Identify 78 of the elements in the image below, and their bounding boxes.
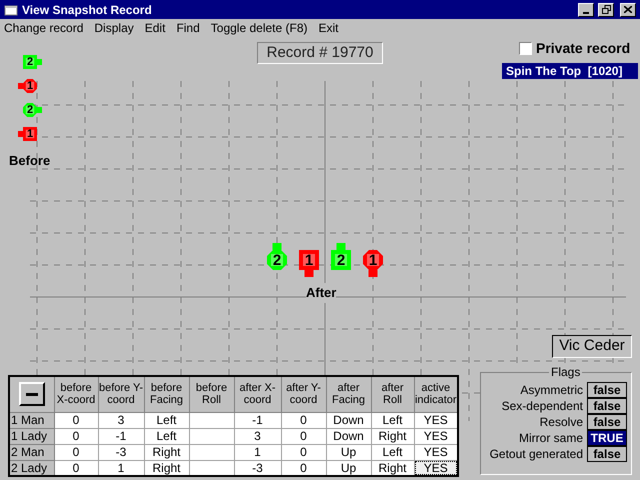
- menu-item[interactable]: Exit: [318, 19, 339, 37]
- table-cell: 0: [281, 428, 326, 444]
- window-title: View Snapshot Record: [22, 2, 152, 18]
- minimize-button[interactable]: [578, 2, 594, 16]
- before-label: Before: [9, 152, 50, 170]
- row-header: 1 Lady: [9, 428, 54, 444]
- column-header: after Roll: [371, 376, 414, 412]
- table-cell: 3: [98, 412, 144, 428]
- column-header: after X-coord: [234, 376, 281, 412]
- table-cell: Left: [371, 444, 414, 460]
- table-cell: -1: [98, 428, 144, 444]
- table-cell: Left: [144, 412, 189, 428]
- restore-icon: [602, 5, 610, 14]
- table-cell: Down: [326, 412, 371, 428]
- flag-label: Sex-dependent: [502, 399, 583, 413]
- flag-label: Resolve: [540, 415, 583, 429]
- row-header: 1 Man: [9, 412, 54, 428]
- row-header: 2 Man: [9, 444, 54, 460]
- flag-label: Mirror same: [518, 431, 583, 445]
- row-header: 2 Lady: [9, 460, 54, 476]
- table-cell: YES: [414, 428, 458, 444]
- after-label: After: [306, 283, 336, 302]
- column-header: after Y-coord: [281, 376, 326, 412]
- flag-value: TRUE: [587, 430, 627, 446]
- table-cell: [189, 412, 234, 428]
- table-cell: [189, 460, 234, 476]
- table-cell: 0: [281, 412, 326, 428]
- table-cell: -3: [234, 460, 281, 476]
- table-cell: [189, 428, 234, 444]
- author-label: Vic Ceder: [552, 335, 632, 358]
- table-cell: Up: [326, 460, 371, 476]
- table-cell: 0: [54, 412, 98, 428]
- table-cell: 0: [281, 444, 326, 460]
- flag-value: false: [587, 398, 627, 414]
- column-header: before Roll: [189, 376, 234, 412]
- window-icon: [4, 4, 18, 16]
- menu-item[interactable]: Change record: [4, 19, 84, 37]
- flag-label: Asymmetric: [520, 383, 583, 397]
- close-icon: [624, 6, 632, 13]
- table-cell: [189, 444, 234, 460]
- column-header: before X-coord: [54, 376, 98, 412]
- table-cell: 1: [98, 460, 144, 476]
- table-cell: 0: [281, 460, 326, 476]
- flags-title: Flags: [549, 365, 582, 379]
- close-button[interactable]: [620, 2, 636, 16]
- table-cell: 1: [234, 444, 281, 460]
- restore-button[interactable]: [598, 2, 614, 16]
- table-cell: 3: [234, 428, 281, 444]
- table-cell: YES: [414, 444, 458, 460]
- collapse-button[interactable]: [18, 382, 45, 406]
- column-header: before Facing: [144, 376, 189, 412]
- table-cell: YES: [414, 460, 458, 476]
- menu-item[interactable]: Display: [94, 19, 134, 37]
- flag-value: false: [587, 446, 627, 462]
- table-cell: YES: [414, 412, 458, 428]
- call-name: Spin The Top [1020]: [502, 63, 638, 79]
- table-cell: -3: [98, 444, 144, 460]
- table-cell: Left: [144, 428, 189, 444]
- table-cell: Left: [371, 412, 414, 428]
- menu-item[interactable]: Find: [176, 19, 200, 37]
- column-header: before Y-coord: [98, 376, 144, 412]
- table-cell: Up: [326, 444, 371, 460]
- record-label: Record # 19770: [257, 42, 383, 64]
- table-cell: Right: [371, 460, 414, 476]
- table-cell: 0: [54, 460, 98, 476]
- menu-item[interactable]: Edit: [144, 19, 166, 37]
- table-cell: 0: [54, 444, 98, 460]
- table-cell: Right: [144, 444, 189, 460]
- table-cell: Right: [144, 460, 189, 476]
- table-cell: Right: [371, 428, 414, 444]
- column-header: after Facing: [326, 376, 371, 412]
- table-cell: Down: [326, 428, 371, 444]
- menu-item[interactable]: Toggle delete (F8): [210, 19, 308, 37]
- table-cell: -1: [234, 412, 281, 428]
- flag-value: false: [587, 382, 627, 398]
- flag-value: false: [587, 414, 627, 430]
- flag-label: Getout generated: [490, 447, 583, 461]
- table-cell: 0: [54, 428, 98, 444]
